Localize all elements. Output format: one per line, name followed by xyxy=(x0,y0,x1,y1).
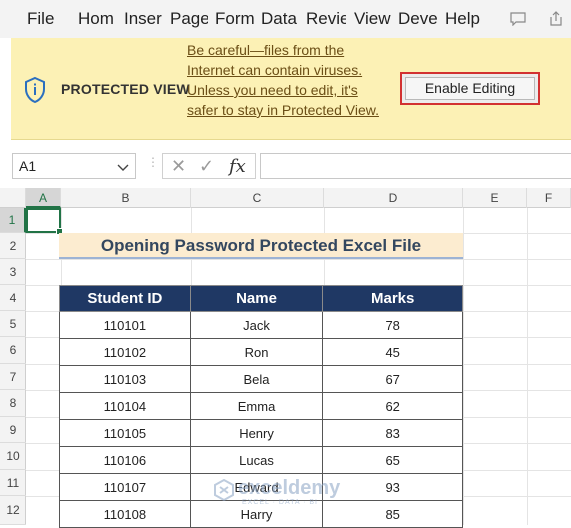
cell-marks[interactable]: 67 xyxy=(322,365,463,393)
tab-formulas[interactable]: Form xyxy=(215,9,255,29)
cell-student-id[interactable]: 110102 xyxy=(59,338,191,366)
formula-bar: A1 ⋮ ✕ ✓ fx xyxy=(0,140,571,188)
insert-function-icon[interactable]: fx xyxy=(229,156,246,177)
confirm-icon[interactable]: ✓ xyxy=(199,156,214,177)
row-header-2[interactable]: 2 xyxy=(0,233,26,259)
gridline xyxy=(527,208,528,525)
cell-marks[interactable]: 65 xyxy=(322,446,463,474)
formula-buttons: ✕ ✓ fx xyxy=(162,153,256,179)
tab-data[interactable]: Data xyxy=(261,9,299,29)
tab-file[interactable]: File xyxy=(27,9,57,29)
cell-student-id[interactable]: 110105 xyxy=(59,419,191,447)
row-header-1[interactable]: 1 xyxy=(0,208,26,233)
row-header-8[interactable]: 8 xyxy=(0,390,26,417)
table-row: 110104 Emma 62 xyxy=(59,392,463,420)
column-headers: A B C D E F xyxy=(0,188,571,208)
row-header-7[interactable]: 7 xyxy=(0,364,26,390)
cell-student-id[interactable]: 110104 xyxy=(59,392,191,420)
cell-student-id[interactable]: 110101 xyxy=(59,311,191,339)
row-header-4[interactable]: 4 xyxy=(0,285,26,311)
row-header-9[interactable]: 9 xyxy=(0,417,26,443)
tab-developer[interactable]: Deve xyxy=(398,9,438,29)
gridline xyxy=(26,259,571,260)
formula-input[interactable] xyxy=(260,153,571,179)
tab-help[interactable]: Help xyxy=(445,9,483,29)
active-cell-a1[interactable] xyxy=(26,208,63,235)
cell-student-id[interactable]: 110108 xyxy=(59,500,191,528)
column-header-b[interactable]: B xyxy=(61,188,191,208)
cell-name[interactable]: Jack xyxy=(189,311,324,339)
column-header-d[interactable]: D xyxy=(324,188,463,208)
table-header-row: Student ID Name Marks xyxy=(59,285,463,312)
tab-page-layout[interactable]: Page xyxy=(170,9,208,29)
row-header-6[interactable]: 6 xyxy=(0,337,26,364)
ribbon-tabs: File Hom Inser Page Form Data Revie View… xyxy=(0,0,571,38)
row-header-12[interactable]: 12 xyxy=(0,496,26,525)
cell-marks[interactable]: 62 xyxy=(322,392,463,420)
cell-name[interactable]: Ron xyxy=(189,338,324,366)
row-headers: 1 2 3 4 5 6 7 8 9 10 11 12 xyxy=(0,208,26,525)
tab-home[interactable]: Hom xyxy=(78,9,116,29)
sheet-title-cell[interactable]: Opening Password Protected Excel File xyxy=(59,233,463,259)
enable-editing-button[interactable]: Enable Editing xyxy=(405,77,535,100)
table-row: 110103 Bela 67 xyxy=(59,365,463,393)
table-row: 110105 Henry 83 xyxy=(59,419,463,447)
cell-name[interactable]: Henry xyxy=(189,419,324,447)
header-name[interactable]: Name xyxy=(189,285,324,312)
share-icon[interactable] xyxy=(543,7,569,31)
name-box[interactable]: A1 xyxy=(12,153,136,179)
tab-review[interactable]: Revie xyxy=(306,9,346,29)
header-student-id[interactable]: Student ID xyxy=(59,285,191,312)
enable-editing-highlight: Enable Editing xyxy=(400,72,540,105)
select-all-corner[interactable] xyxy=(0,188,26,208)
table-row: 110102 Ron 45 xyxy=(59,338,463,366)
worksheet-grid: A B C D E F 1 2 3 4 5 6 7 8 9 10 11 12 O… xyxy=(0,188,571,528)
exceldemy-watermark: exceldemy EXCEL · DATA · BI xyxy=(214,477,364,511)
column-header-e[interactable]: E xyxy=(463,188,527,208)
watermark-name: exceldemy xyxy=(238,477,341,499)
comments-icon[interactable] xyxy=(505,7,531,31)
cell-name[interactable]: Lucas xyxy=(189,446,324,474)
table-row: 110101 Jack 78 xyxy=(59,311,463,339)
cell-student-id[interactable]: 110106 xyxy=(59,446,191,474)
row-header-5[interactable]: 5 xyxy=(0,311,26,337)
cancel-icon[interactable]: ✕ xyxy=(171,156,186,177)
name-box-value: A1 xyxy=(19,158,37,174)
watermark-tagline: EXCEL · DATA · BI xyxy=(242,499,318,506)
exceldemy-logo-icon xyxy=(214,479,234,501)
header-marks[interactable]: Marks xyxy=(322,285,463,312)
cell-marks[interactable]: 83 xyxy=(322,419,463,447)
tab-view[interactable]: View xyxy=(354,9,392,29)
protected-view-message[interactable]: Be careful—files from the Internet can c… xyxy=(187,40,387,120)
cell-student-id[interactable]: 110103 xyxy=(59,365,191,393)
row-header-10[interactable]: 10 xyxy=(0,443,26,470)
gridline xyxy=(463,208,464,525)
cell-name[interactable]: Emma xyxy=(189,392,324,420)
row-header-11[interactable]: 11 xyxy=(0,470,26,496)
column-header-f[interactable]: F xyxy=(527,188,571,208)
column-header-c[interactable]: C xyxy=(191,188,324,208)
cell-student-id[interactable]: 110107 xyxy=(59,473,191,501)
cell-name[interactable]: Bela xyxy=(189,365,324,393)
splitter-dots-icon[interactable]: ⋮ xyxy=(147,155,159,169)
chevron-down-icon[interactable] xyxy=(117,157,129,177)
table-row: 110106 Lucas 65 xyxy=(59,446,463,474)
protected-view-bar: PROTECTED VIEW Be careful—files from the… xyxy=(11,38,571,140)
protected-view-title: PROTECTED VIEW xyxy=(61,81,190,97)
row-header-3[interactable]: 3 xyxy=(0,259,26,285)
cell-marks[interactable]: 45 xyxy=(322,338,463,366)
shield-info-icon xyxy=(23,76,47,104)
cell-marks[interactable]: 78 xyxy=(322,311,463,339)
column-header-a[interactable]: A xyxy=(26,188,61,208)
tab-insert[interactable]: Inser xyxy=(124,9,164,29)
